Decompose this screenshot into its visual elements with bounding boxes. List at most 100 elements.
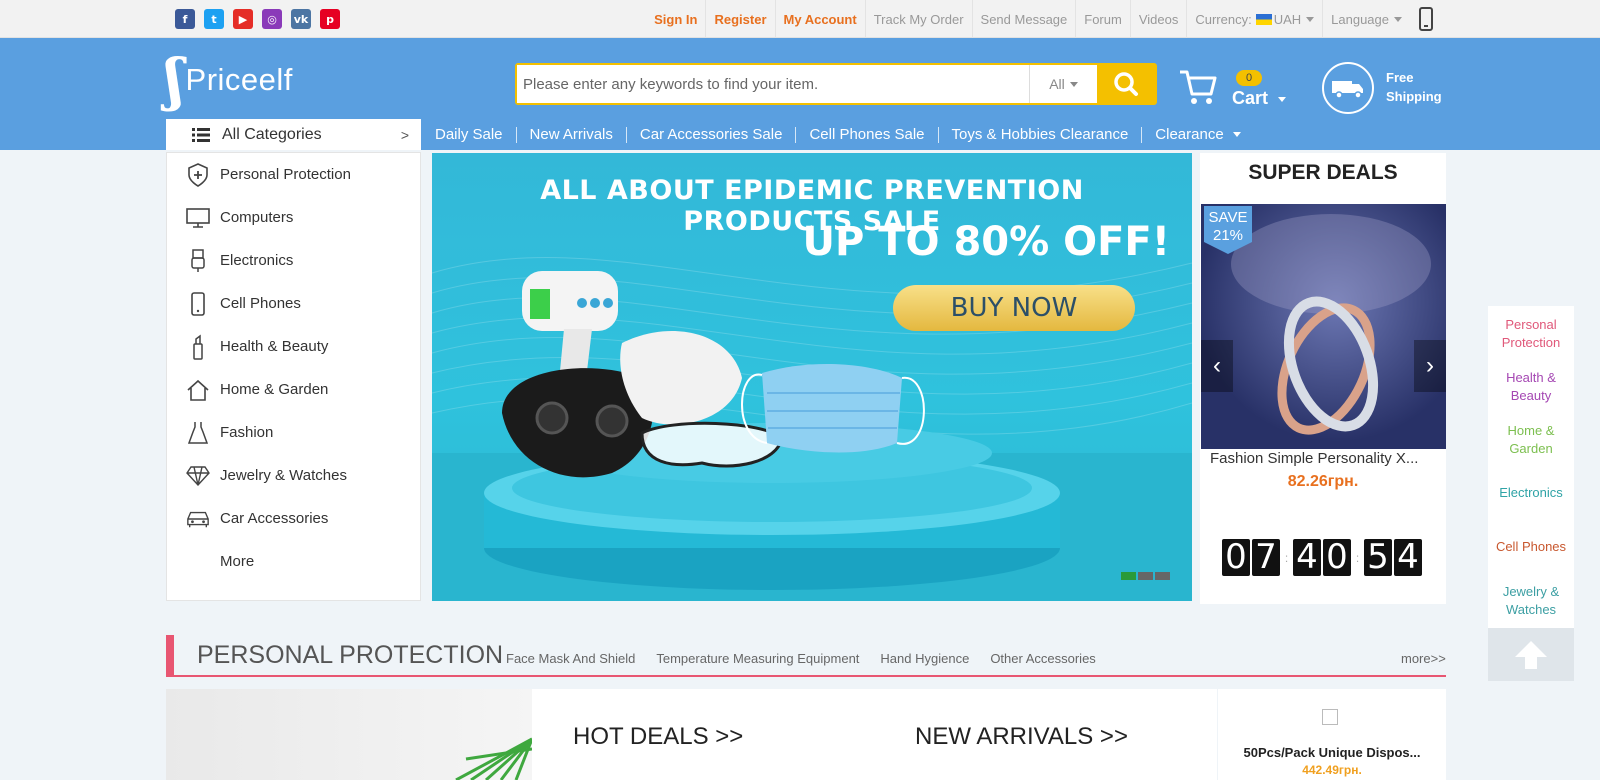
videos-link[interactable]: Videos [1129,0,1187,38]
timer-separator: : [1355,550,1360,565]
shipping-line1: Free [1386,70,1414,85]
youtube-icon[interactable]: ▶ [233,9,253,29]
dress-icon [186,421,210,445]
back-to-top-button[interactable] [1488,628,1574,681]
float-nav-personal-protection[interactable]: Personal Protection [1488,316,1574,352]
slide-dot-active[interactable] [1121,572,1136,580]
search-input[interactable] [517,65,1029,103]
sidebar-item-jewelry-watches[interactable]: Jewelry & Watches [167,454,420,497]
palm-leaf-graphic [455,737,532,780]
prev-arrow-icon[interactable]: ‹ [1201,340,1233,392]
section-accent-bar [166,635,174,676]
all-categories-button[interactable]: All Categories > [166,119,421,150]
currency-selector[interactable]: Currency: UAH [1186,0,1322,38]
timer-digit: 4 [1394,539,1422,576]
account-links: Sign In Register My Account Track My Ord… [646,0,1410,38]
cart-label-text: Cart [1232,88,1269,108]
section-divider [166,675,1446,677]
sidebar-item-electronics[interactable]: Electronics [167,239,420,282]
sidebar-item-label: Cell Phones [220,295,301,312]
cart-button[interactable]: 0 Cart [1178,68,1288,108]
sidebar-item-cell-phones[interactable]: Cell Phones [167,282,420,325]
product-price: 442.49грн. [1302,763,1362,777]
promo-banner[interactable]: ALL ABOUT EPIDEMIC PREVENTION PRODUCTS S… [432,153,1192,601]
nav-toys-hobbies-clearance[interactable]: Toys & Hobbies Clearance [937,126,1142,143]
blank-icon [186,550,210,574]
deal-price: 82.26грн. [1287,473,1359,490]
pinterest-icon[interactable]: p [320,9,340,29]
deal-product-image[interactable]: SAVE 21% ‹ › [1201,204,1446,449]
badge-line1: SAVE [1208,209,1248,226]
send-message-link[interactable]: Send Message [971,0,1076,38]
register-link[interactable]: Register [705,0,774,38]
nav-clearance[interactable]: Clearance [1141,126,1254,143]
sublink-face-mask[interactable]: Face Mask And Shield [506,651,635,666]
slide-dot[interactable] [1155,572,1170,580]
forum-link[interactable]: Forum [1075,0,1130,38]
timer-digit: 7 [1252,539,1280,576]
timer-digit: 0 [1222,539,1250,576]
sidebar-item-label: Jewelry & Watches [220,467,347,484]
timer-hours: 0 7 [1222,539,1280,576]
sidebar-item-car-accessories[interactable]: Car Accessories [167,497,420,540]
timer-minutes: 4 0 [1293,539,1351,576]
monitor-icon [186,206,210,230]
chevron-down-icon [1306,16,1315,22]
slide-indicators [1121,572,1170,580]
float-nav-electronics[interactable]: Electronics [1488,484,1574,502]
search-button[interactable] [1097,65,1155,103]
float-nav-jewelry-watches[interactable]: Jewelry & Watches [1488,583,1574,619]
next-arrow-icon[interactable]: › [1414,340,1446,392]
chevron-down-icon [1069,81,1078,87]
product-name[interactable]: 50Pcs/Pack Unique Dispos... [1230,745,1434,760]
language-selector[interactable]: Language [1322,0,1410,38]
shield-plus-icon [186,162,210,187]
section-more-link[interactable]: more>> [1401,651,1446,666]
vk-icon[interactable]: vk [291,9,311,29]
sidebar-item-computers[interactable]: Computers [167,196,420,239]
buy-now-button[interactable]: BUY NOW [893,285,1135,331]
timer-separator: : [1284,550,1289,565]
search-scope-select[interactable]: All [1029,65,1097,103]
chevron-down-icon [1278,96,1287,102]
twitter-icon[interactable]: t [204,9,224,29]
my-account-link[interactable]: My Account [774,0,865,38]
deal-product-name[interactable]: Fashion Simple Personality X... [1210,450,1436,467]
nav-new-arrivals[interactable]: New Arrivals [515,126,626,143]
hot-deals-link[interactable]: HOT DEALS >> [573,723,743,751]
float-nav-health-beauty[interactable]: Health & Beauty [1488,369,1574,405]
sidebar-item-label: Electronics [220,252,294,269]
search-icon [1114,72,1138,96]
sublink-other-accessories[interactable]: Other Accessories [990,651,1096,666]
banner-offer: UP TO 80% OFF! [802,219,1171,265]
instagram-icon[interactable]: ◎ [262,9,282,29]
new-arrivals-link[interactable]: NEW ARRIVALS >> [915,723,1128,751]
sign-in-link[interactable]: Sign In [646,0,705,38]
sidebar-item-personal-protection[interactable]: Personal Protection [167,153,420,196]
top-bar: f t ▶ ◎ vk p Sign In Register My Account… [0,0,1600,38]
float-nav-cell-phones[interactable]: Cell Phones [1488,538,1574,556]
mobile-phone-icon[interactable] [1419,7,1433,31]
sublink-temperature[interactable]: Temperature Measuring Equipment [656,651,859,666]
countdown-timer: 0 7 : 4 0 : 5 4 [1222,539,1422,576]
float-nav-home-garden[interactable]: Home & Garden [1488,422,1574,458]
track-order-link[interactable]: Track My Order [864,0,972,38]
truck-icon [1322,62,1374,114]
logo[interactable]: ʃ Priceelf [165,52,293,108]
usb-icon [186,248,210,273]
sidebar-item-health-beauty[interactable]: Health & Beauty [167,325,420,368]
ukraine-flag-icon [1255,13,1272,25]
facebook-icon[interactable]: f [175,9,195,29]
sidebar-item-more[interactable]: More [167,540,420,583]
timer-digit: 0 [1323,539,1351,576]
nav-cell-phones-sale[interactable]: Cell Phones Sale [795,126,937,143]
nav-car-accessories-sale[interactable]: Car Accessories Sale [625,126,796,143]
sidebar-item-fashion[interactable]: Fashion [167,411,420,454]
section-feature-image[interactable] [166,689,532,780]
slide-dot[interactable] [1138,572,1153,580]
nav-daily-sale[interactable]: Daily Sale [422,126,516,143]
sidebar-item-home-garden[interactable]: Home & Garden [167,368,420,411]
sublink-hand-hygiene[interactable]: Hand Hygience [880,651,969,666]
logo-mark-icon: ʃ [165,47,184,113]
section-product-card[interactable]: 50Pcs/Pack Unique Dispos... 442.49грн. [1218,689,1446,780]
